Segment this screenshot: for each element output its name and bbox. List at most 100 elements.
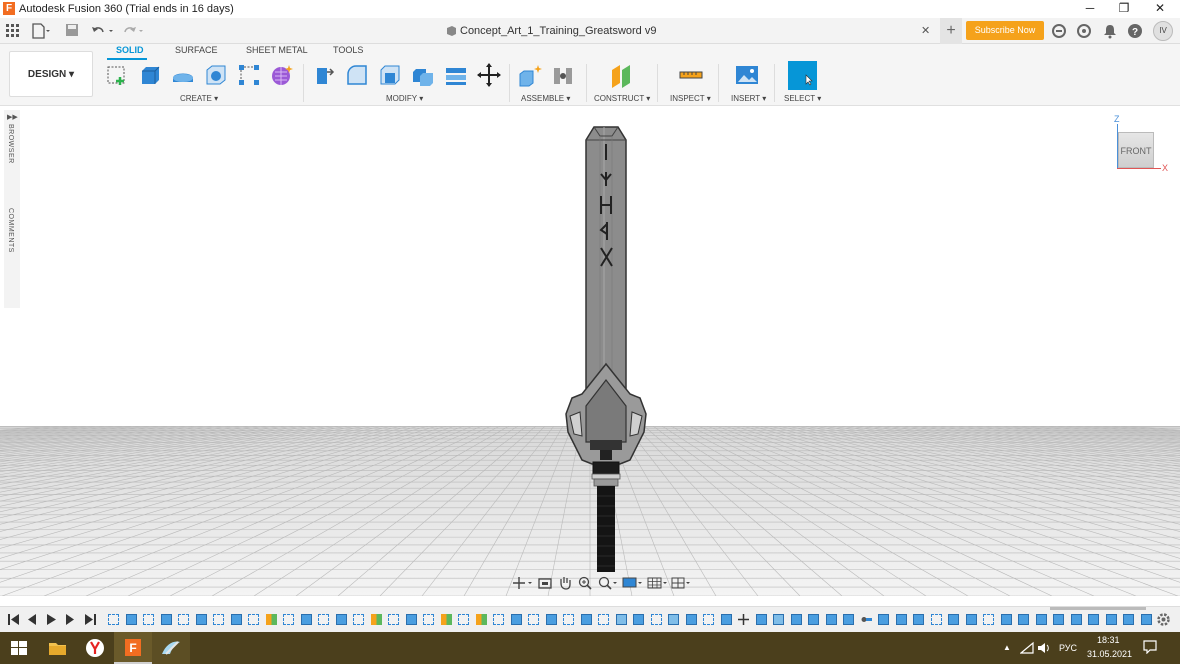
insert-group-label[interactable]: INSERT ▾ (731, 94, 766, 103)
workspace-switcher[interactable]: DESIGN ▾ (9, 51, 93, 97)
timeline-feature-joint-icon[interactable] (861, 614, 872, 625)
timeline-feature-ext-icon[interactable] (790, 614, 802, 625)
timeline-feature-sketch-icon[interactable] (703, 614, 714, 625)
help-icon[interactable]: ? (1127, 23, 1143, 39)
timeline-feature-sketch-icon[interactable] (388, 614, 399, 625)
timeline-feature-ext-icon[interactable] (1070, 614, 1082, 625)
look-at-icon[interactable] (538, 576, 552, 590)
timeline-feature-ext-icon[interactable] (1053, 614, 1064, 625)
timeline-feature-ext-icon[interactable] (1123, 614, 1134, 625)
subscribe-button[interactable]: Subscribe Now (966, 21, 1044, 40)
timeline-feature-ext-icon[interactable] (965, 614, 977, 625)
file-explorer-icon[interactable] (38, 632, 76, 664)
timeline-feature-ext-icon[interactable] (808, 614, 819, 625)
timeline-feature-ext-icon[interactable] (948, 614, 959, 625)
select-icon[interactable] (788, 61, 817, 90)
timeline-feature-ext-icon[interactable] (1088, 614, 1099, 625)
create-group-label[interactable]: CREATE ▾ (180, 94, 218, 103)
new-tab-button[interactable]: + (940, 18, 962, 44)
save-icon[interactable] (65, 23, 79, 37)
construct-group-label[interactable]: CONSTRUCT ▾ (594, 94, 650, 103)
timeline-feature-ext-icon[interactable] (685, 614, 697, 625)
timeline-feature-move-icon[interactable] (738, 614, 749, 625)
timeline-feature-ext-icon[interactable] (825, 614, 837, 625)
clock-time[interactable]: 18:31 (1097, 635, 1120, 645)
orbit-icon[interactable] (512, 576, 532, 590)
network-icon[interactable] (1019, 641, 1034, 655)
timeline-feature-sketch-icon[interactable] (563, 614, 574, 625)
timeline-feature-sketch-icon[interactable] (283, 614, 294, 625)
tab-solid[interactable]: SOLID (116, 45, 144, 55)
split-body-icon[interactable] (443, 62, 469, 88)
timeline-feature-fillet-icon[interactable] (615, 614, 627, 625)
timeline-feature-sketch-icon[interactable] (318, 614, 329, 625)
yandex-browser-icon[interactable] (76, 632, 114, 664)
timeline-step-forward-icon[interactable] (64, 613, 76, 626)
fusion-taskbar-icon[interactable]: F (114, 632, 152, 664)
timeline-feature-ext-icon[interactable] (755, 614, 767, 625)
timeline-feature-plane-icon[interactable] (440, 614, 452, 625)
timeline-feature-fillet-icon[interactable] (773, 614, 784, 625)
assemble-group-label[interactable]: ASSEMBLE ▾ (521, 94, 570, 103)
job-status-icon[interactable] (1076, 23, 1092, 39)
timeline-feature-ext-icon[interactable] (895, 614, 907, 625)
timeline-feature-sketch-icon[interactable] (143, 614, 154, 625)
timeline-feature-sketch-icon[interactable] (528, 614, 539, 625)
revolve-icon[interactable] (170, 62, 196, 88)
modify-group-label[interactable]: MODIFY ▾ (386, 94, 423, 103)
pattern-icon[interactable] (236, 62, 262, 88)
zoom-window-icon[interactable] (578, 576, 592, 590)
display-settings-icon[interactable] (622, 576, 644, 590)
timeline-feature-sketch-icon[interactable] (423, 614, 434, 625)
timeline-feature-sketch-icon[interactable] (458, 614, 469, 625)
zoom-icon[interactable] (598, 576, 618, 590)
timeline-end-icon[interactable] (83, 613, 97, 626)
timeline-feature-ext-icon[interactable] (1105, 614, 1117, 625)
clock-date[interactable]: 31.05.2021 (1087, 649, 1132, 659)
timeline-feature-ext-icon[interactable] (335, 614, 347, 625)
select-group-label[interactable]: SELECT ▾ (784, 94, 821, 103)
timeline-feature-ext-icon[interactable] (1035, 614, 1047, 625)
minimize-button[interactable]: ─ (1072, 0, 1108, 18)
timeline-feature-ext-icon[interactable] (125, 614, 137, 625)
file-menu-icon[interactable] (32, 23, 50, 39)
notifications-bell-icon[interactable] (1102, 23, 1118, 39)
timeline-feature-ext-icon[interactable] (300, 614, 312, 625)
timeline-feature-sketch-icon[interactable] (248, 614, 259, 625)
timeline-feature-sketch-icon[interactable] (178, 614, 189, 625)
redo-icon[interactable] (120, 23, 146, 39)
tab-surface[interactable]: SURFACE (175, 45, 218, 55)
timeline-start-icon[interactable] (7, 613, 21, 626)
timeline-settings-gear-icon[interactable] (1156, 612, 1171, 627)
timeline-feature-ext-icon[interactable] (913, 614, 924, 625)
timeline-feature-plane-icon[interactable] (475, 614, 487, 625)
move-copy-icon[interactable] (476, 62, 502, 88)
hole-icon[interactable] (203, 62, 229, 88)
timeline-feature-ext-icon[interactable] (510, 614, 522, 625)
document-tab[interactable]: Concept_Art_1_Training_Greatsword v9 (440, 18, 940, 44)
new-component-icon[interactable] (517, 62, 543, 88)
press-pull-icon[interactable] (311, 62, 337, 88)
timeline-feature-sketch-icon[interactable] (650, 614, 662, 625)
pan-hand-icon[interactable] (558, 575, 572, 590)
timeline-feature-sketch-icon[interactable] (983, 614, 994, 625)
fillet-icon[interactable] (344, 62, 370, 88)
timeline-feature-ext-icon[interactable] (405, 614, 417, 625)
timeline-feature-ext-icon[interactable] (195, 614, 207, 625)
viewcube[interactable]: FRONT (1118, 132, 1154, 168)
grid-menu-icon[interactable] (6, 24, 20, 38)
timeline-play-icon[interactable] (45, 613, 57, 626)
offset-plane-icon[interactable] (609, 62, 635, 88)
input-language[interactable]: РУС (1059, 643, 1077, 653)
timeline-feature-sketch-icon[interactable] (108, 614, 119, 625)
volume-icon[interactable] (1037, 641, 1051, 655)
restore-button[interactable]: ❐ (1106, 0, 1142, 18)
timeline-feature-ext-icon[interactable] (1000, 614, 1012, 625)
paint-app-icon[interactable] (152, 632, 190, 664)
timeline-feature-ext-icon[interactable] (160, 614, 172, 625)
timeline-feature-ext-icon[interactable] (230, 614, 242, 625)
create-sketch-icon[interactable] (105, 62, 131, 88)
tab-tools[interactable]: TOOLS (333, 45, 363, 55)
tab-sheet-metal[interactable]: SHEET METAL (246, 45, 308, 55)
timeline-feature-sketch-icon[interactable] (493, 614, 504, 625)
